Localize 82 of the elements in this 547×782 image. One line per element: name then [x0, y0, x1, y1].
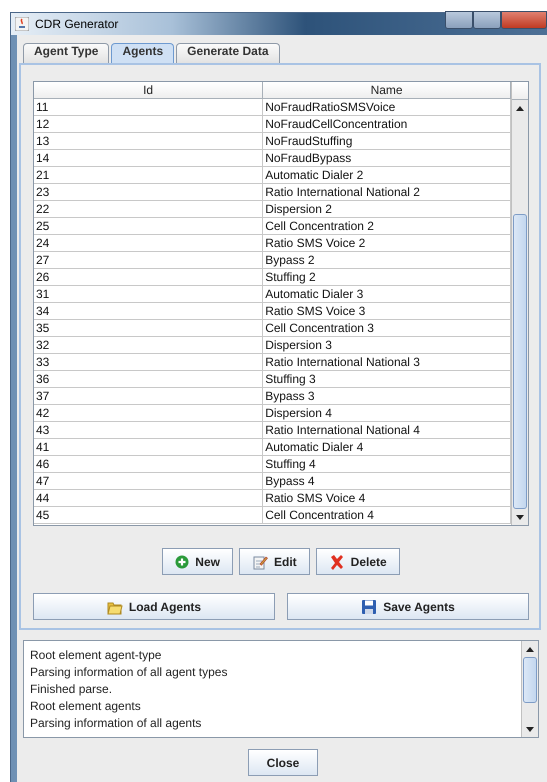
table-cell: Ratio International National 2: [262, 184, 510, 200]
window-title: CDR Generator: [35, 17, 118, 31]
edit-button[interactable]: Edit: [238, 548, 310, 575]
table-cell: 11: [34, 98, 263, 116]
table-cell: 37: [34, 388, 263, 404]
table-cell: 22: [34, 200, 263, 218]
table-cell: 24: [34, 234, 263, 252]
table-cell: NoFraudStuffing: [262, 132, 510, 150]
table-cell: 43: [34, 422, 263, 438]
table-cell: Bypass 4: [262, 472, 510, 490]
log-line: Root element agent-type: [30, 647, 162, 664]
delete-button[interactable]: Delete: [316, 548, 400, 575]
scroll-up-arrow-icon[interactable]: [516, 106, 524, 110]
table-cell: 33: [34, 354, 263, 370]
column-header[interactable]: Name: [262, 82, 510, 98]
table-cell: Bypass 3: [262, 388, 510, 404]
table-cell: Dispersion 4: [262, 404, 510, 422]
table-cell: 23: [34, 184, 263, 200]
table-cell: 32: [34, 336, 263, 354]
scroll-up-arrow-icon[interactable]: [526, 646, 534, 652]
table-cell: Ratio SMS Voice 4: [262, 490, 510, 506]
table-cell: Automatic Dialer 4: [262, 438, 510, 456]
maximize-button[interactable]: [473, 11, 501, 29]
table-cell: 26: [34, 268, 263, 286]
cross-icon: [328, 554, 345, 570]
scrollbar[interactable]: [511, 82, 528, 525]
log-line: Finished parse.: [30, 681, 114, 698]
log-line: Root element agents: [30, 698, 142, 715]
table-cell: NoFraudRatioSMSVoice: [262, 98, 510, 116]
table-cell: Ratio International National 3: [262, 354, 510, 370]
tab[interactable]: Agents: [111, 43, 174, 63]
table-cell: 31: [34, 286, 263, 302]
table-cell: NoFraudBypass: [262, 150, 510, 166]
table-cell: 34: [34, 302, 263, 320]
table-cell: Automatic Dialer 2: [262, 166, 510, 184]
table-cell: 25: [34, 218, 263, 234]
plus-circle-icon: [175, 554, 190, 568]
table-cell: Ratio SMS Voice 2: [262, 234, 510, 252]
tab[interactable]: Agent Type: [23, 43, 110, 63]
load-agents-button[interactable]: Load Agents: [33, 593, 275, 620]
table-cell: 42: [34, 404, 263, 422]
table-cell: Bypass 2: [262, 252, 510, 268]
table-cell: Stuffing 4: [262, 456, 510, 472]
table-cell: Dispersion 3: [262, 336, 510, 354]
table-cell: Dispersion 2: [262, 200, 510, 218]
table-cell: Cell Concentration 3: [262, 320, 510, 336]
table-cell: 13: [34, 132, 263, 150]
close-window-button[interactable]: [501, 11, 547, 29]
log-line: Parsing information of all agent types: [30, 664, 228, 681]
close-button[interactable]: Close: [248, 749, 318, 776]
scroll-down-arrow-icon[interactable]: [516, 514, 524, 520]
table-cell: 46: [34, 456, 263, 472]
table-cell: 44: [34, 490, 263, 506]
table-cell: 41: [34, 438, 263, 456]
minimize-button[interactable]: [445, 11, 473, 29]
table-cell: Cell Concentration 2: [262, 218, 510, 234]
table-cell: Ratio International National 4: [262, 422, 510, 438]
new-button[interactable]: New: [162, 548, 233, 575]
scroll-thumb[interactable]: [523, 657, 537, 703]
table-cell: 47: [34, 472, 263, 490]
table-cell: Cell Concentration 4: [262, 506, 510, 524]
tab[interactable]: Generate Data: [176, 43, 280, 63]
notepad-pencil-icon: [252, 554, 268, 570]
table-cell: 14: [34, 150, 263, 166]
table-cell: 45: [34, 506, 263, 524]
column-header[interactable]: Id: [34, 82, 263, 98]
table-cell: Automatic Dialer 3: [262, 286, 510, 302]
table-cell: 12: [34, 116, 263, 132]
header-corner: [512, 82, 528, 100]
log-line: Parsing information of all agents: [30, 715, 202, 732]
table-cell: Stuffing 3: [262, 370, 510, 388]
table-cell: NoFraudCellConcentration: [262, 116, 510, 132]
scroll-thumb[interactable]: [513, 214, 527, 509]
table-cell: Stuffing 2: [262, 268, 510, 286]
table-cell: 36: [34, 370, 263, 388]
table-cell: 35: [34, 320, 263, 336]
table-cell: Ratio SMS Voice 3: [262, 302, 510, 320]
table-cell: 21: [34, 166, 263, 184]
scroll-down-arrow-icon[interactable]: [526, 726, 534, 732]
scrollbar[interactable]: [521, 641, 538, 737]
save-agents-button[interactable]: Save Agents: [287, 593, 529, 620]
table-cell: 27: [34, 252, 263, 268]
